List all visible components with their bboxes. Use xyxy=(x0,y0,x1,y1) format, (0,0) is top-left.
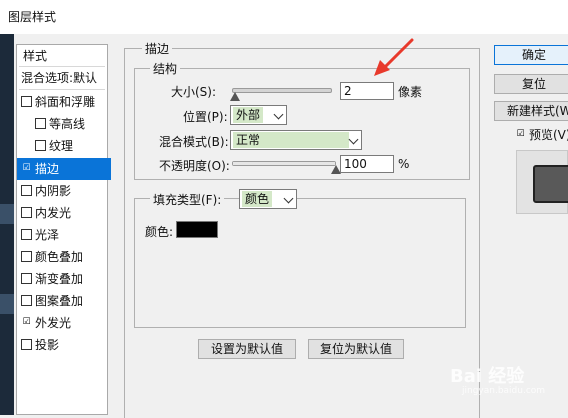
style-item-inner-glow[interactable]: 内发光 xyxy=(17,202,111,224)
checkbox[interactable] xyxy=(35,140,46,151)
style-item-texture[interactable]: 纹理 xyxy=(17,135,125,157)
blend-mode-value: 正常 xyxy=(233,132,349,148)
position-value: 外部 xyxy=(233,107,264,123)
watermark-text: Bai 经验 xyxy=(450,366,525,387)
position-label: 位置(P): xyxy=(183,110,228,124)
blend-options-item[interactable]: 混合选项:默认 xyxy=(17,67,111,89)
style-list: 样式 混合选项:默认 斜面和浮雕 等高线 纹理 ☑ 描边 内阴影 内发光 光泽 颜… xyxy=(16,44,111,415)
size-input[interactable]: 2 xyxy=(340,82,394,100)
checkbox[interactable] xyxy=(35,118,46,129)
preview-swatch xyxy=(533,165,568,203)
style-item-label: 光泽 xyxy=(35,228,60,242)
opacity-slider-fill xyxy=(233,162,335,165)
style-item-drop-shadow[interactable]: 投影 xyxy=(17,334,111,356)
checkbox[interactable] xyxy=(21,251,32,262)
size-slider-track[interactable] xyxy=(232,88,332,93)
size-label: 大小(S): xyxy=(171,85,217,99)
checkbox[interactable] xyxy=(21,207,32,218)
new-style-button[interactable]: 新建样式(W)... xyxy=(494,101,568,121)
opacity-unit: % xyxy=(398,157,410,171)
style-item-label: 外发光 xyxy=(35,316,72,330)
style-item-outer-glow[interactable]: ☑ 外发光 xyxy=(17,312,111,334)
window-title: 图层样式 xyxy=(8,10,57,24)
reset-default-button[interactable]: 复位为默认值 xyxy=(308,339,404,359)
opacity-input[interactable]: 100 xyxy=(340,155,394,173)
opacity-label: 不透明度(O): xyxy=(159,159,230,173)
watermark: Bai 经验 xyxy=(450,362,524,388)
preview-panel xyxy=(516,150,568,214)
chevron-down-icon xyxy=(283,193,294,204)
style-item-label: 描边 xyxy=(35,162,60,176)
chevron-down-icon xyxy=(348,134,359,145)
chevron-down-icon xyxy=(273,109,284,120)
color-swatch[interactable] xyxy=(176,221,218,238)
style-item-contour[interactable]: 等高线 xyxy=(17,113,125,135)
title-bar: 图层样式 xyxy=(0,0,568,34)
style-item-inner-shadow[interactable]: 内阴影 xyxy=(17,180,111,202)
size-unit: 像素 xyxy=(398,85,423,99)
position-select[interactable]: 外部 xyxy=(230,105,287,125)
style-item-color-overlay[interactable]: 颜色叠加 xyxy=(17,246,111,268)
style-item-label: 内阴影 xyxy=(35,184,72,198)
watermark-sub: jingyan.baidu.com xyxy=(462,386,546,396)
fill-type-select[interactable]: 颜色 xyxy=(239,189,297,209)
fill-type-label: 填充类型(F): xyxy=(150,191,225,208)
preview-label: 预览(V) xyxy=(529,128,568,142)
style-item-label: 投影 xyxy=(35,338,60,352)
blend-mode-label: 混合模式(B): xyxy=(159,135,229,149)
checkbox[interactable] xyxy=(21,339,32,350)
checkbox[interactable] xyxy=(21,185,32,196)
ok-button[interactable]: 确定 xyxy=(494,45,568,65)
stroke-group-title: 描边 xyxy=(142,40,173,57)
style-item-label: 斜面和浮雕 xyxy=(35,95,96,109)
checkbox-checked[interactable]: ☑ xyxy=(21,164,32,173)
checkbox[interactable] xyxy=(21,295,32,306)
style-list-header: 样式 xyxy=(23,49,48,63)
style-item-satin[interactable]: 光泽 xyxy=(17,224,111,246)
checkbox-checked[interactable]: ☑ xyxy=(21,318,32,327)
checkbox[interactable] xyxy=(21,229,32,240)
annotation-arrow-icon xyxy=(374,38,414,76)
reset-button[interactable]: 复位 xyxy=(494,74,568,94)
fill-type-value: 颜色 xyxy=(242,191,273,207)
style-item-bevel-emboss[interactable]: 斜面和浮雕 xyxy=(17,91,111,113)
checkbox[interactable] xyxy=(21,96,32,107)
canvas-background xyxy=(0,34,14,415)
preview-toggle[interactable]: ☑ 预览(V) xyxy=(515,126,568,143)
checkbox[interactable] xyxy=(21,273,32,284)
style-item-label: 渐变叠加 xyxy=(35,272,84,286)
style-item-pattern-overlay[interactable]: 图案叠加 xyxy=(17,290,111,312)
style-item-label: 图案叠加 xyxy=(35,294,84,308)
preview-checkbox[interactable]: ☑ xyxy=(515,130,526,139)
style-item-stroke[interactable]: ☑ 描边 xyxy=(17,158,111,180)
blend-mode-select[interactable]: 正常 xyxy=(230,130,362,150)
style-item-label: 颜色叠加 xyxy=(35,250,84,264)
opacity-slider-track[interactable] xyxy=(232,161,336,166)
style-item-label: 纹理 xyxy=(49,139,74,153)
style-item-label: 内发光 xyxy=(35,206,72,220)
color-label: 颜色: xyxy=(145,225,174,239)
size-slider-thumb[interactable] xyxy=(230,92,240,101)
fill-group xyxy=(134,198,466,328)
style-item-gradient-overlay[interactable]: 渐变叠加 xyxy=(17,268,111,290)
set-default-button[interactable]: 设置为默认值 xyxy=(198,339,296,359)
style-item-label: 等高线 xyxy=(49,117,86,131)
structure-group-title: 结构 xyxy=(150,60,181,77)
